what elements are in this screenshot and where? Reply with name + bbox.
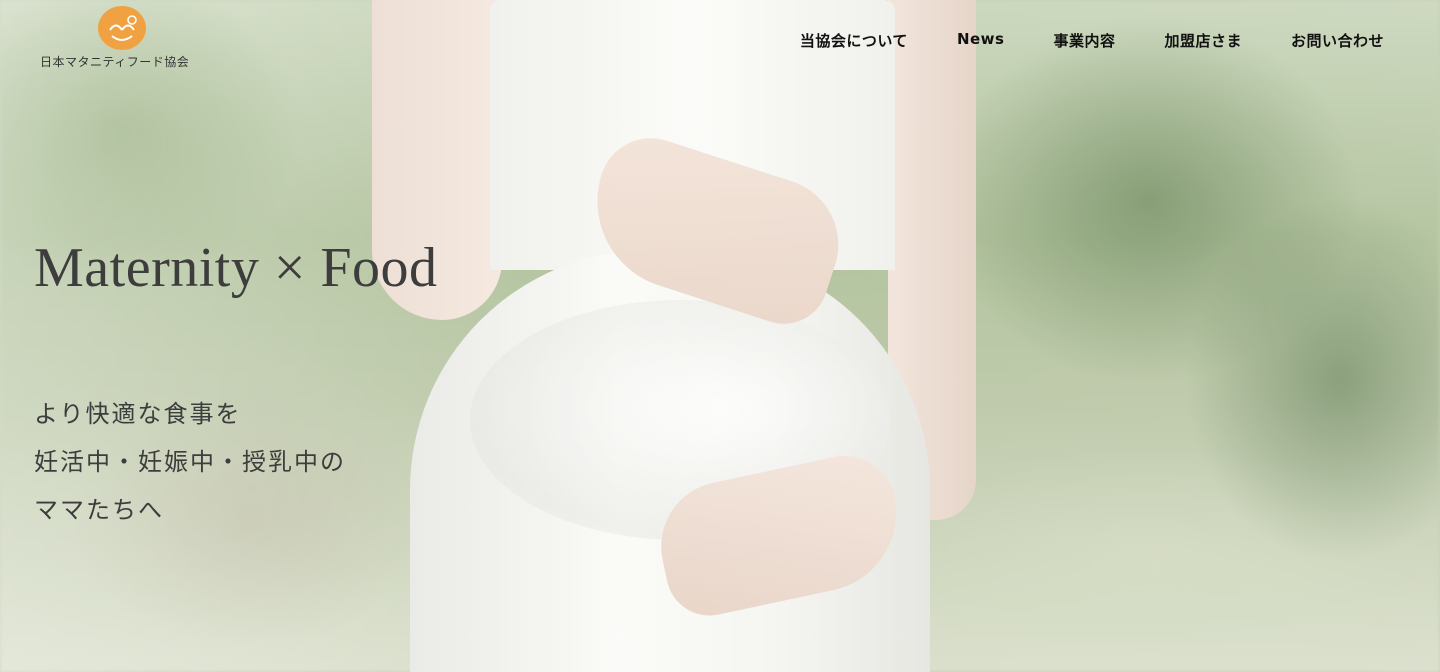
logo-icon	[98, 6, 146, 50]
hero-headline: Maternity × Food	[34, 237, 438, 299]
hero-subcopy: より快適な食事を 妊活中・妊娠中・授乳中の ママたちへ	[34, 390, 346, 534]
hero-subcopy-line: ママたちへ	[34, 496, 164, 524]
hero-subcopy-line: より快適な食事を	[34, 400, 242, 428]
nav-item-services[interactable]: 事業内容	[1053, 30, 1115, 51]
main-nav: 当協会について News 事業内容 加盟店さま お問い合わせ	[751, 30, 1384, 51]
site-logo[interactable]: 日本マタニティフード協会	[40, 6, 210, 72]
nav-item-about[interactable]: 当協会について	[800, 30, 908, 51]
nav-item-members[interactable]: 加盟店さま	[1164, 30, 1242, 51]
hero-section: 日本マタニティフード協会 当協会について News 事業内容 加盟店さま お問い…	[0, 0, 1440, 672]
logo-text: 日本マタニティフード協会	[40, 55, 190, 69]
nav-item-news[interactable]: News	[957, 30, 1005, 51]
nav-item-contact[interactable]: お問い合わせ	[1291, 30, 1384, 51]
hero-overlay	[0, 0, 1440, 672]
hero-subcopy-line: 妊活中・妊娠中・授乳中の	[34, 448, 346, 476]
